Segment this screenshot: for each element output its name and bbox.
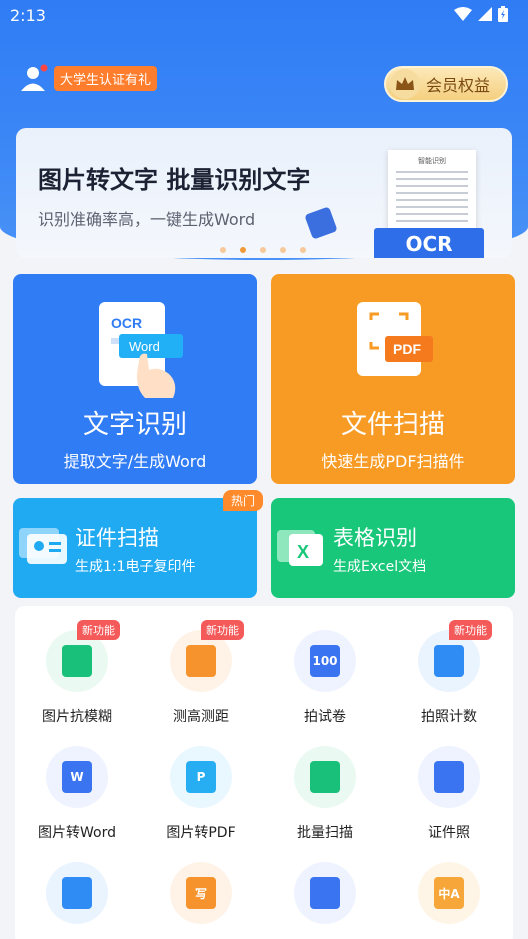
- doc-search-icon: [294, 862, 356, 924]
- carousel-dot[interactable]: [260, 247, 266, 253]
- tool-glyph: P: [186, 761, 216, 793]
- carousel-dot[interactable]: [280, 247, 286, 253]
- table-recognition-title: 表格识别: [333, 526, 417, 550]
- id-scan-subtitle: 生成1:1电子复印件: [75, 559, 196, 575]
- banner-title: 图片转文字 批量识别文字: [38, 166, 311, 194]
- tool-glyph: 写: [186, 877, 216, 909]
- vip-benefits-label: 会员权益: [426, 76, 491, 95]
- carousel-dot[interactable]: [220, 247, 226, 253]
- tool-item[interactable]: 写: [146, 862, 256, 938]
- tools-grid: 新功能 图片抗模糊 新功能 测高测距 100 拍试卷 新功能 拍照计数 W 图片转Word P 图片转…: [15, 606, 513, 939]
- word-icon: W: [46, 746, 108, 808]
- tool-item[interactable]: P 图片转PDF: [146, 746, 256, 842]
- pdf-scan-icon: PDF: [357, 302, 433, 376]
- file-scan-title: 文件扫描: [340, 410, 445, 440]
- file-scan-card[interactable]: PDF 文件扫描 快速生成PDF扫描件: [271, 274, 515, 484]
- wifi-icon: [454, 7, 472, 21]
- tool-item[interactable]: 100 拍试卷: [270, 630, 380, 726]
- image-deblur-icon: 新功能: [46, 620, 120, 692]
- tool-item[interactable]: W 图片转Word: [22, 746, 132, 842]
- tool-item[interactable]: 批量扫描: [270, 746, 380, 842]
- new-feature-badge: 新功能: [449, 620, 492, 640]
- ocr-tag: OCR: [374, 228, 484, 258]
- carousel-dots[interactable]: [220, 247, 306, 253]
- ocr-word-icon: OCR Word: [99, 302, 183, 398]
- tool-item[interactable]: 中A: [394, 862, 504, 938]
- new-feature-badge: 新功能: [201, 620, 244, 640]
- tool-item[interactable]: 新功能拍照计数: [394, 620, 504, 726]
- svg-text:OCR: OCR: [111, 315, 142, 331]
- table-recognition-subtitle: 生成Excel文档: [333, 559, 427, 575]
- tool-glyph: [62, 877, 92, 909]
- tool-glyph: [310, 761, 340, 793]
- tool-item[interactable]: [22, 862, 132, 938]
- image-pdf-icon: P: [170, 746, 232, 808]
- promo-banner[interactable]: 图片转文字 批量识别文字 识别准确率高，一键生成Word 智能识别 OCR: [16, 128, 512, 258]
- tool-label: 拍照计数: [421, 709, 477, 725]
- tool-glyph: [186, 645, 216, 677]
- tool-label: 批量扫描: [297, 825, 353, 841]
- image-stitch-icon: [46, 862, 108, 924]
- profile-row[interactable]: 大学生认证有礼: [20, 64, 158, 92]
- signal-icon: [478, 7, 492, 21]
- status-icons: [454, 6, 508, 22]
- text-recognition-title: 文字识别: [82, 410, 187, 440]
- avatar-icon[interactable]: [20, 64, 48, 92]
- camera-count-icon: 新功能: [418, 620, 492, 692]
- id-card-icon: [19, 528, 67, 564]
- svg-text:Word: Word: [129, 339, 160, 354]
- tool-label: 图片转PDF: [166, 825, 236, 841]
- text-recognition-card[interactable]: OCR Word 文字识别 提取文字/生成Word: [13, 274, 257, 484]
- status-time: 2:13: [10, 6, 46, 25]
- tool-item[interactable]: 新功能测高测距: [146, 620, 256, 726]
- id-scan-title: 证件扫描: [75, 526, 159, 550]
- handwriting-icon: 写: [170, 862, 232, 924]
- excel-icon: X: [277, 530, 323, 566]
- table-recognition-card[interactable]: X 表格识别 生成Excel文档: [271, 498, 515, 598]
- word-badge-icon: [304, 206, 338, 240]
- text-recognition-subtitle: 提取文字/生成Word: [63, 452, 207, 471]
- tool-label: 证件照: [428, 825, 470, 841]
- tool-glyph: [434, 645, 464, 677]
- new-feature-badge: 新功能: [77, 620, 120, 640]
- tool-item[interactable]: 证件照: [394, 746, 504, 842]
- tool-label: 图片抗模糊: [42, 709, 112, 725]
- tool-label: 图片转Word: [38, 825, 116, 841]
- banner-subtitle: 识别准确率高，一键生成Word: [38, 210, 256, 229]
- tool-label: 测高测距: [173, 709, 229, 725]
- hot-badge: 热门: [222, 490, 263, 511]
- student-auth-badge[interactable]: 大学生认证有礼: [54, 65, 158, 91]
- svg-text:X: X: [297, 542, 309, 562]
- tool-label: 拍试卷: [304, 709, 346, 725]
- tool-glyph: 100: [310, 645, 340, 677]
- tool-glyph: W: [62, 761, 92, 793]
- status-bar: 2:13: [0, 0, 528, 32]
- file-scan-subtitle: 快速生成PDF扫描件: [321, 452, 465, 471]
- vip-benefits-button[interactable]: 会员权益: [384, 66, 508, 102]
- exam-paper-icon: 100: [294, 630, 356, 692]
- id-photo-icon: [418, 746, 480, 808]
- battery-icon: [498, 6, 508, 22]
- doc-heading: 智能识别: [418, 157, 446, 165]
- tool-glyph: [310, 877, 340, 909]
- tool-item[interactable]: [270, 862, 380, 938]
- svg-text:PDF: PDF: [393, 341, 421, 357]
- ruler-icon: 新功能: [170, 620, 244, 692]
- tool-glyph: [434, 761, 464, 793]
- tool-glyph: 中A: [434, 877, 464, 909]
- id-scan-card[interactable]: 热门 证件扫描 生成1:1电子复印件: [13, 490, 263, 598]
- tool-item[interactable]: 新功能图片抗模糊: [22, 620, 132, 726]
- carousel-dot-active[interactable]: [240, 247, 246, 253]
- tool-glyph: [62, 645, 92, 677]
- batch-scan-icon: [294, 746, 356, 808]
- crown-icon: [390, 69, 420, 99]
- translate-icon: 中A: [418, 862, 480, 924]
- carousel-dot[interactable]: [300, 247, 306, 253]
